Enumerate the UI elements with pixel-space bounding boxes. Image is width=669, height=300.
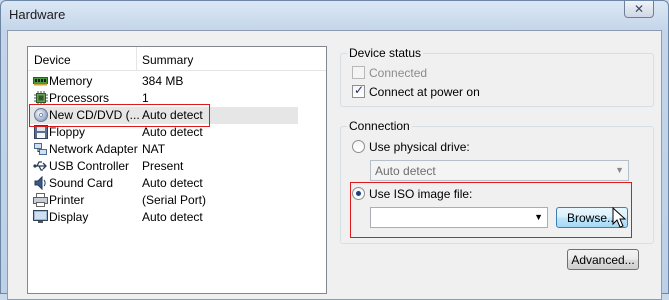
device-summary: Auto detect bbox=[142, 210, 203, 224]
cd-dvd-icon bbox=[33, 108, 48, 122]
radio-selected-dot bbox=[356, 191, 361, 196]
usb-icon bbox=[33, 159, 48, 173]
advanced-button-label: Advanced... bbox=[571, 252, 635, 267]
device-summary: Auto detect bbox=[142, 108, 203, 122]
list-item-floppy[interactable]: Floppy Auto detect bbox=[30, 124, 298, 141]
sound-card-icon bbox=[33, 176, 48, 190]
device-summary: (Serial Port) bbox=[142, 193, 207, 207]
column-divider[interactable] bbox=[136, 47, 137, 71]
use-physical-drive-radio[interactable] bbox=[352, 140, 365, 153]
device-summary: NAT bbox=[142, 142, 166, 156]
list-header: Device Summary bbox=[28, 47, 326, 71]
list-item-new-cd-dvd[interactable]: New CD/DVD (... Auto detect bbox=[30, 107, 298, 124]
device-name: Network Adapter bbox=[49, 142, 138, 156]
physical-drive-dropdown[interactable]: Auto detect ▼ bbox=[370, 160, 629, 181]
chevron-down-icon: ▼ bbox=[615, 165, 624, 175]
device-name: Printer bbox=[49, 193, 85, 207]
device-name: Processors bbox=[49, 91, 110, 105]
use-physical-drive-label: Use physical drive: bbox=[369, 140, 470, 154]
list-item-display[interactable]: Display Auto detect bbox=[30, 209, 298, 226]
use-iso-image-label: Use ISO image file: bbox=[369, 187, 473, 201]
device-summary: Auto detect bbox=[142, 176, 203, 190]
device-status-label: Device status bbox=[347, 46, 424, 60]
list-item-processors[interactable]: Processors 1 bbox=[30, 90, 298, 107]
device-name: Floppy bbox=[49, 125, 86, 139]
list-item-memory[interactable]: Memory 384 MB bbox=[30, 73, 298, 90]
printer-icon bbox=[33, 193, 48, 207]
checkmark-icon: ✓ bbox=[354, 83, 365, 97]
physical-drive-value: Auto detect bbox=[375, 164, 436, 178]
device-list[interactable]: Device Summary Memory 384 MB Processors … bbox=[27, 46, 327, 294]
connection-label: Connection bbox=[347, 119, 412, 133]
close-icon: ✕ bbox=[633, 2, 645, 16]
connected-label: Connected bbox=[369, 66, 428, 80]
memory-icon bbox=[33, 74, 48, 88]
chevron-down-icon[interactable]: ▼ bbox=[534, 212, 543, 222]
device-name: Display bbox=[49, 210, 89, 224]
processor-icon bbox=[33, 91, 48, 105]
mouse-pointer-icon bbox=[612, 206, 627, 232]
device-summary: 1 bbox=[142, 91, 149, 105]
advanced-button[interactable]: Advanced... bbox=[567, 249, 639, 270]
device-summary: Present bbox=[142, 159, 184, 173]
list-item-printer[interactable]: Printer (Serial Port) bbox=[30, 192, 298, 209]
column-header-device[interactable]: Device bbox=[34, 53, 71, 67]
connected-checkbox[interactable] bbox=[352, 66, 365, 79]
floppy-icon bbox=[33, 125, 48, 139]
device-name: Sound Card bbox=[49, 176, 114, 190]
device-name: New CD/DVD (... bbox=[49, 108, 140, 122]
network-adapter-icon bbox=[33, 142, 48, 156]
display-icon bbox=[33, 210, 48, 224]
iso-image-path-combo[interactable]: ▼ bbox=[370, 207, 548, 228]
list-item-usb-controller[interactable]: USB Controller Present bbox=[30, 158, 298, 175]
window-title: Hardware bbox=[9, 7, 66, 22]
browse-button-label: Browse... bbox=[566, 210, 617, 225]
device-name: Memory bbox=[49, 74, 93, 88]
list-item-sound-card[interactable]: Sound Card Auto detect bbox=[30, 175, 298, 192]
list-item-network-adapter[interactable]: Network Adapter NAT bbox=[30, 141, 298, 158]
device-summary: 384 MB bbox=[142, 74, 184, 88]
connect-at-power-on-checkbox[interactable]: ✓ bbox=[352, 83, 365, 98]
device-name: USB Controller bbox=[49, 159, 130, 173]
column-header-summary[interactable]: Summary bbox=[142, 53, 193, 67]
use-iso-image-radio[interactable] bbox=[352, 187, 365, 200]
connect-at-power-on-label: Connect at power on bbox=[369, 85, 480, 99]
close-button[interactable]: ✕ bbox=[624, 1, 654, 18]
device-summary: Auto detect bbox=[142, 125, 203, 139]
